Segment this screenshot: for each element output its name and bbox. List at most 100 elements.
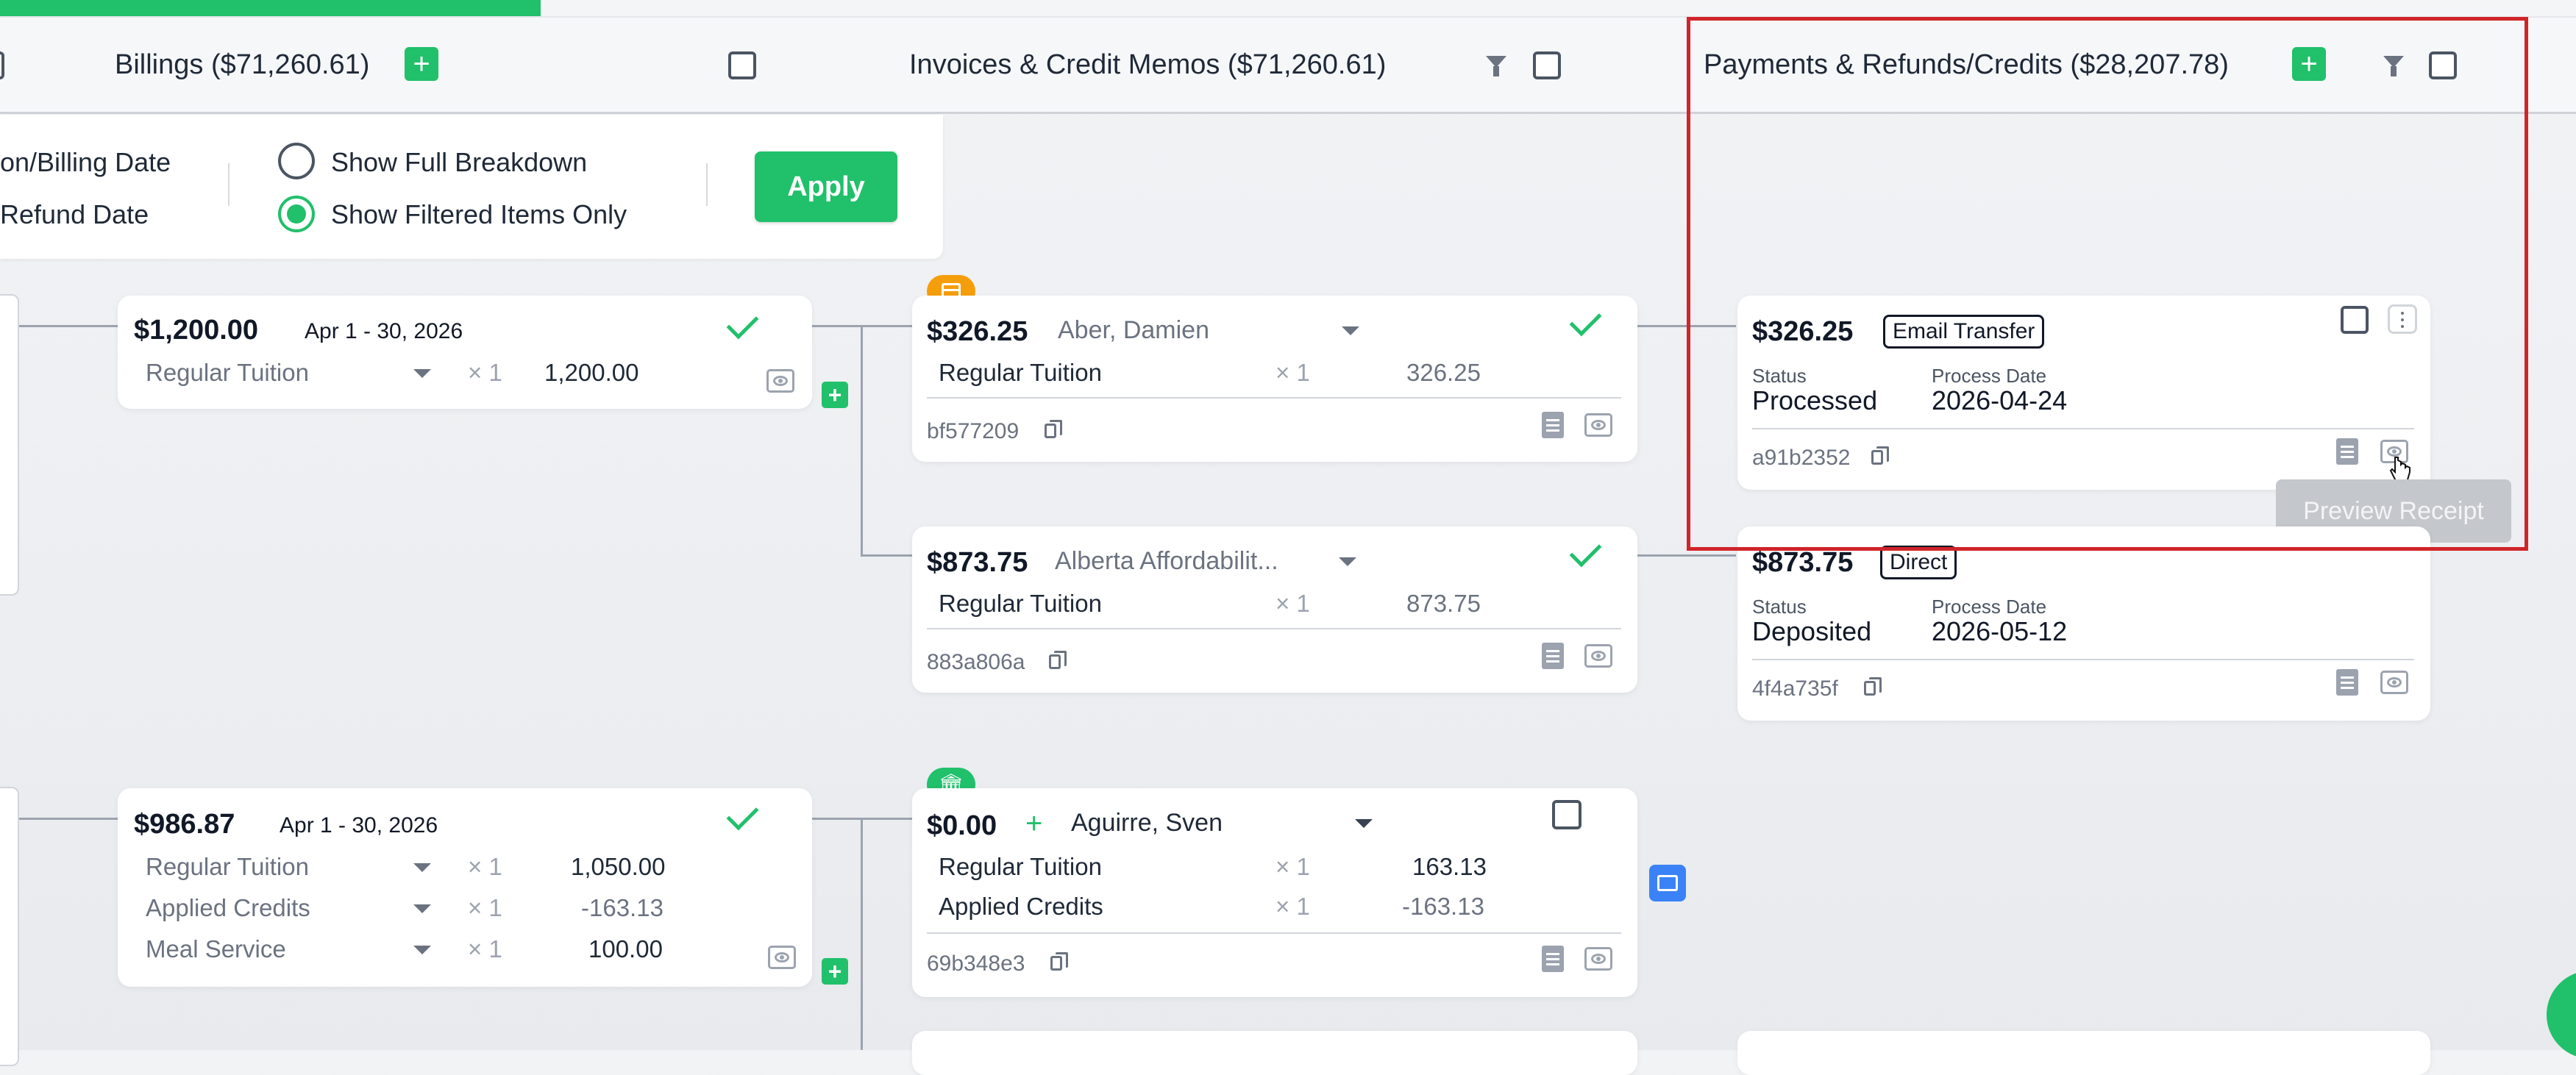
options-divider <box>228 163 230 206</box>
radio-show-filtered-items-only[interactable] <box>278 196 315 232</box>
radio-show-full-breakdown[interactable] <box>278 143 315 179</box>
caret-down-icon[interactable] <box>413 863 431 872</box>
connector-line <box>861 325 863 556</box>
billing-amount: $986.87 <box>134 809 235 840</box>
invoice-amount: $326.25 <box>927 316 1028 347</box>
document-icon[interactable] <box>2336 669 2358 696</box>
invoice-line-qty: × 1 <box>1275 590 1310 617</box>
copy-icon[interactable] <box>1050 952 1068 971</box>
invoice-card[interactable] <box>912 1031 1637 1075</box>
billing-line-value: -163.13 <box>581 894 663 921</box>
billings-header-title: Billings ($71,260.61) <box>115 49 370 80</box>
billings-select-all-checkbox[interactable] <box>728 51 756 79</box>
invoice-line-label: Applied Credits <box>939 893 1103 920</box>
caret-down-icon[interactable] <box>1339 557 1356 566</box>
document-icon[interactable] <box>1542 643 1564 669</box>
invoice-code: 69b348e3 <box>927 951 1025 976</box>
billing-line-label: Applied Credits <box>146 894 310 921</box>
divider <box>927 932 1621 934</box>
process-date-value: 2026-05-12 <box>1932 616 2068 646</box>
highlight-box <box>1687 17 2528 551</box>
divider <box>1752 659 2414 660</box>
caret-down-icon[interactable] <box>1342 326 1359 335</box>
caret-down-icon[interactable] <box>413 946 431 954</box>
status-label: Status <box>1752 596 1807 618</box>
invoice-line-value: 873.75 <box>1406 590 1481 617</box>
invoice-line-value: 326.25 <box>1406 359 1481 386</box>
billing-line-value: 100.00 <box>588 935 663 963</box>
billing-line-label: Regular Tuition <box>146 359 309 386</box>
invoice-amount: $873.75 <box>927 547 1028 578</box>
left-partial-card <box>0 294 19 596</box>
invoice-amount: $0.00 <box>927 810 997 841</box>
add-billing-button[interactable]: + <box>405 47 438 81</box>
document-icon[interactable] <box>1542 412 1564 438</box>
invoice-payer-name: Aber, Damien <box>1058 316 1209 344</box>
billing-line-qty: × 1 <box>468 894 502 921</box>
copy-icon[interactable] <box>1864 677 1882 696</box>
apply-button[interactable]: Apply <box>755 151 897 222</box>
date-option-billing[interactable]: on/Billing Date <box>0 147 171 178</box>
eye-icon[interactable] <box>1584 413 1612 437</box>
invoice-line-label: Regular Tuition <box>939 590 1102 617</box>
connector-line <box>19 818 119 820</box>
connector-line <box>1637 554 1736 557</box>
billing-line-qty: × 1 <box>468 359 502 386</box>
progress-indicator <box>0 0 541 16</box>
copy-icon[interactable] <box>1049 651 1067 669</box>
connector-line <box>861 818 863 1050</box>
process-date-label: Process Date <box>1932 596 2047 618</box>
invoice-line-label: Regular Tuition <box>939 359 1102 386</box>
billing-period: Apr 1 - 30, 2026 <box>280 813 438 838</box>
invoice-line-qty: × 1 <box>1275 893 1310 920</box>
divider <box>927 397 1621 399</box>
invoice-line-qty: × 1 <box>1275 853 1310 880</box>
date-option-refund[interactable]: Refund Date <box>0 199 149 230</box>
billing-period: Apr 1 - 30, 2026 <box>305 319 463 343</box>
add-line-button[interactable]: + <box>822 382 848 408</box>
eye-icon[interactable] <box>768 946 796 969</box>
add-line-button[interactable]: + <box>822 958 848 985</box>
billing-line-label: Regular Tuition <box>146 853 309 880</box>
connector-line <box>861 554 912 557</box>
billing-line-label: Meal Service <box>146 935 286 963</box>
add-payer-button[interactable]: + <box>1025 807 1042 840</box>
invoice-line-value: 163.13 <box>1412 853 1487 880</box>
eye-icon[interactable] <box>766 369 794 393</box>
copy-icon[interactable] <box>1045 420 1062 438</box>
caret-down-icon[interactable] <box>413 369 431 378</box>
invoices-header-title: Invoices & Credit Memos ($71,260.61) <box>909 49 1387 80</box>
billing-line-qty: × 1 <box>468 853 502 880</box>
eye-icon[interactable] <box>1584 644 1612 668</box>
invoices-filter-icon[interactable] <box>1486 56 1506 76</box>
label-show-filtered-items-only: Show Filtered Items Only <box>331 199 627 229</box>
card-icon <box>1649 865 1686 901</box>
options-divider <box>706 163 708 206</box>
label-show-full-breakdown: Show Full Breakdown <box>331 147 588 177</box>
invoice-code: 883a806a <box>927 650 1025 674</box>
left-edge-checkbox[interactable] <box>0 51 4 79</box>
payment-card[interactable] <box>1737 1031 2430 1075</box>
billing-card[interactable] <box>118 296 812 409</box>
status-value: Deposited <box>1752 616 1872 646</box>
billing-line-value: 1,050.00 <box>571 853 666 880</box>
caret-down-icon[interactable] <box>1355 819 1373 828</box>
invoice-line-label: Regular Tuition <box>939 853 1102 880</box>
divider <box>927 628 1621 629</box>
connector-line <box>19 325 119 327</box>
document-icon[interactable] <box>1542 946 1564 972</box>
eye-icon[interactable] <box>1584 947 1612 971</box>
billing-amount: $1,200.00 <box>134 315 259 346</box>
billing-line-value: 1,200.00 <box>544 359 639 386</box>
eye-icon[interactable] <box>2380 671 2408 694</box>
left-partial-card <box>0 787 19 1066</box>
invoice-select-checkbox[interactable] <box>1552 800 1581 829</box>
invoice-payer-name: Aguirre, Sven <box>1071 809 1223 837</box>
invoice-line-qty: × 1 <box>1275 359 1310 386</box>
floating-action-button[interactable] <box>2547 971 2576 1059</box>
invoices-select-all-checkbox[interactable] <box>1533 51 1561 79</box>
billing-line-qty: × 1 <box>468 935 502 963</box>
caret-down-icon[interactable] <box>413 904 431 913</box>
invoice-line-value: -163.13 <box>1402 893 1484 920</box>
payment-code: 4f4a735f <box>1752 676 1838 701</box>
